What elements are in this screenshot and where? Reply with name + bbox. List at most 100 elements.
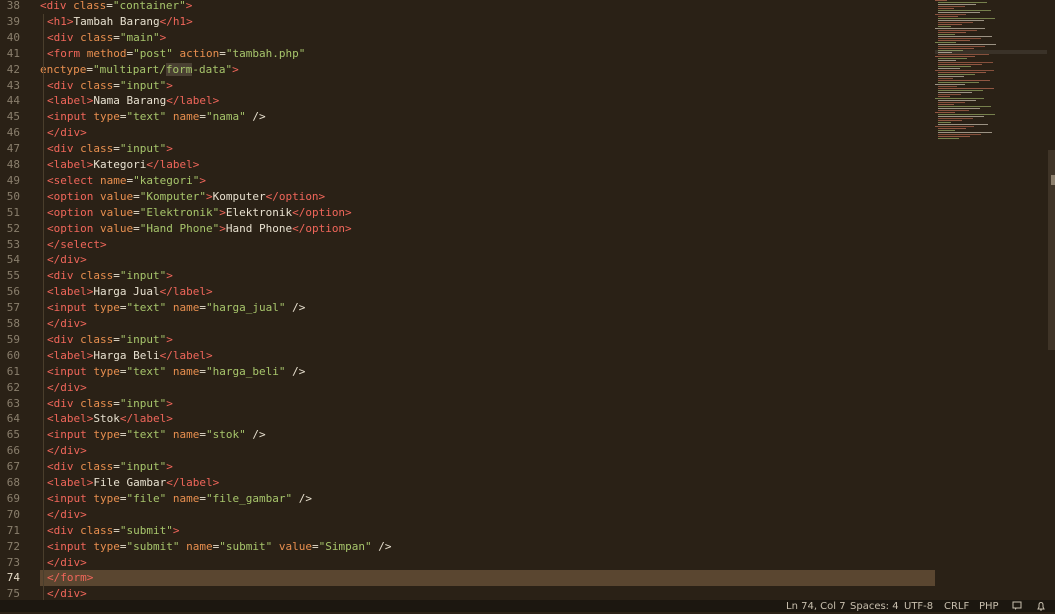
line-number: 49 — [6, 173, 20, 187]
code-token: "Simpan" — [318, 539, 372, 553]
code-line[interactable]: <div class="input"> — [40, 268, 173, 284]
code-token: </option> — [292, 221, 352, 235]
line-number: 68 — [6, 476, 20, 489]
code-token: = — [199, 491, 206, 505]
code-token: Hand Phone — [225, 221, 293, 235]
minimap-line — [935, 0, 947, 1]
minimap-line — [938, 102, 965, 103]
code-line[interactable]: <option value="Hand Phone">Hand Phone</o… — [40, 221, 352, 237]
code-token: </label> — [166, 94, 220, 108]
bell-icon[interactable] — [1036, 601, 1046, 611]
code-token: = — [113, 396, 120, 410]
code-token: <form — [47, 46, 81, 60]
minimap-line — [938, 16, 958, 17]
code-line[interactable]: <input type="text" name="harga_jual" /> — [40, 300, 305, 316]
feedback-icon[interactable] — [1012, 601, 1022, 611]
minimap-line — [938, 32, 966, 33]
code-token: <option — [47, 205, 94, 219]
code-area[interactable]: <div class="container"> <h1>Tambah Barang… — [40, 0, 935, 600]
code-line[interactable]: <select name="kategori"> — [40, 173, 206, 189]
minimap-line — [938, 118, 973, 119]
code-line[interactable]: <h1>Tambah Barang</h1> — [40, 14, 193, 30]
line-number: 73 — [6, 555, 20, 569]
code-token: class — [66, 0, 107, 12]
code-token: <div — [47, 460, 74, 474]
code-line[interactable]: <div class="container"> — [40, 0, 192, 14]
code-line[interactable]: <label>Kategori</label> — [40, 157, 199, 173]
code-line[interactable]: <input type="text" name="stok" /> — [40, 427, 266, 443]
code-line[interactable]: </select> — [40, 237, 107, 253]
code-token: "text" — [126, 364, 167, 378]
code-line[interactable]: enctype="multipart/form-data"> — [40, 62, 239, 78]
minimap-line — [938, 58, 967, 59]
minimap-viewport[interactable] — [935, 50, 1047, 54]
code-line[interactable]: </div> — [40, 507, 87, 523]
code-line[interactable]: <div class="input"> — [40, 78, 173, 94]
code-token: "harga_jual" — [206, 301, 286, 315]
code-line[interactable]: </div> — [40, 316, 87, 332]
code-line[interactable]: </div> — [40, 380, 87, 396]
code-line[interactable]: <div class="main"> — [40, 30, 166, 46]
code-token: type — [86, 301, 120, 315]
code-token: "submit" — [126, 539, 180, 553]
code-token: > — [219, 205, 226, 219]
code-line[interactable]: <div class="input"> — [40, 459, 173, 475]
code-token: = — [133, 221, 140, 235]
code-line[interactable]: <div class="submit"> — [40, 523, 179, 539]
code-line[interactable]: <form method="post" action="tambah.php" — [40, 46, 305, 62]
minimap-line — [938, 74, 975, 75]
code-line[interactable]: <label>Nama Barang</label> — [40, 93, 219, 109]
line-number: 70 — [6, 507, 20, 521]
minimap-line — [938, 122, 951, 123]
code-token: = — [113, 332, 120, 346]
code-line[interactable]: </div> — [40, 586, 87, 600]
line-number: 69 — [6, 491, 20, 505]
code-token: <div — [47, 78, 74, 92]
code-line[interactable]: </div> — [40, 252, 87, 268]
minimap[interactable] — [935, 0, 1047, 140]
code-line[interactable]: </div> — [40, 555, 87, 571]
code-token: <input — [47, 110, 87, 124]
code-token: Harga Beli — [93, 348, 160, 362]
code-token: /> — [245, 428, 266, 442]
code-line[interactable]: </div> — [40, 125, 87, 141]
code-token: "file_gambar" — [206, 491, 293, 505]
minimap-line — [938, 64, 982, 65]
code-line[interactable]: <label>Harga Jual</label> — [40, 284, 213, 300]
code-token: class — [73, 460, 114, 474]
code-token: <input — [47, 301, 87, 315]
line-number: 55 — [6, 269, 20, 283]
code-line[interactable]: <option value="Elektronik">Elektronik</o… — [40, 205, 352, 221]
code-line[interactable]: <div class="input"> — [40, 141, 173, 157]
code-line[interactable]: <input type="submit" name="submit" value… — [40, 539, 391, 555]
line-number: 71 — [6, 523, 20, 537]
minimap-line — [938, 24, 962, 25]
code-line[interactable]: <option value="Komputer">Komputer</optio… — [40, 189, 325, 205]
minimap-line — [938, 130, 955, 131]
code-line[interactable]: </div> — [40, 443, 87, 459]
code-editor[interactable]: 38 39 40 41 42 43 44 45 46 47 48 49 50 51 52 53 54 55 56 57… — [0, 0, 1055, 600]
scrollbar-thumb[interactable] — [1051, 175, 1055, 185]
code-line[interactable]: <label>Stok</label> — [40, 411, 173, 427]
line-number: 45 — [6, 110, 20, 124]
code-token: "input" — [119, 332, 167, 346]
code-line[interactable]: <div class="input"> — [40, 332, 173, 348]
code-line[interactable]: <input type="text" name="harga_beli" /> — [40, 364, 305, 380]
code-token: = — [113, 30, 120, 44]
minimap-line — [938, 60, 956, 61]
code-line[interactable]: <label>File Gambar</label> — [40, 475, 219, 491]
code-token: "nama" — [206, 110, 246, 124]
code-line[interactable]: <div class="input"> — [40, 396, 173, 412]
code-token: <label — [47, 348, 87, 362]
code-token: = — [199, 428, 206, 442]
code-line[interactable]: <label>Harga Beli</label> — [40, 348, 213, 364]
code-line[interactable]: <input type="file" name="file_gambar" /> — [40, 491, 312, 507]
code-token: "input" — [119, 78, 167, 92]
code-line[interactable]: <input type="text" name="nama" /> — [40, 109, 266, 125]
code-token: -data" — [192, 62, 233, 76]
code-token: "file" — [126, 491, 167, 505]
code-token: type — [86, 364, 120, 378]
code-token: > — [166, 269, 173, 283]
code-line[interactable]: </form> — [40, 570, 935, 587]
code-token: = — [106, 0, 113, 12]
